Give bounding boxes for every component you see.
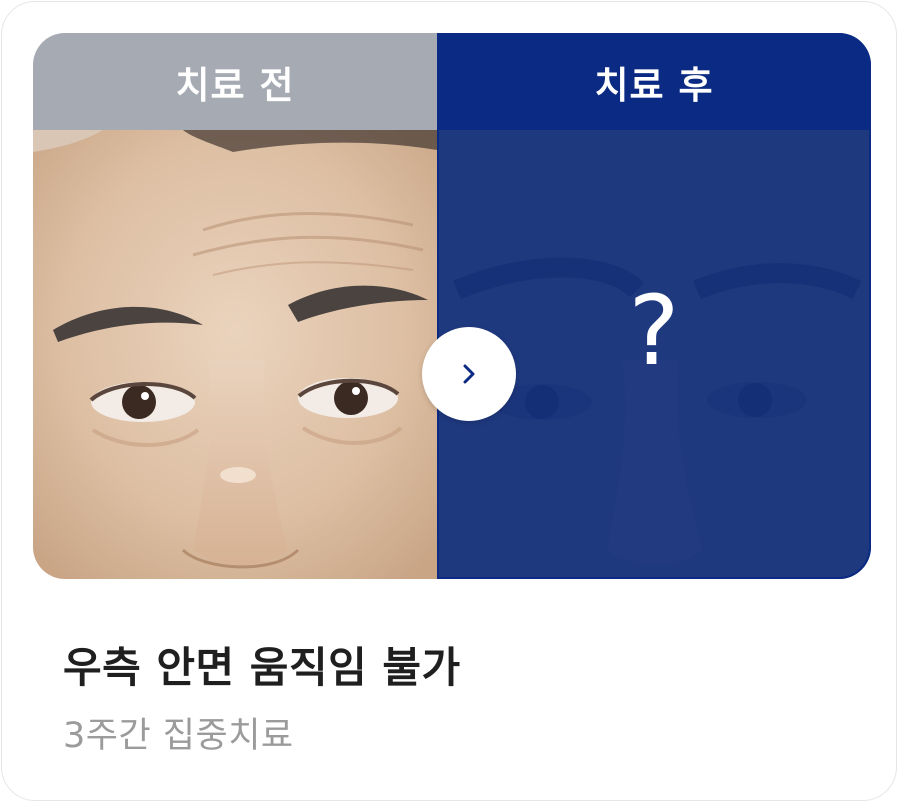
- next-button[interactable]: [422, 327, 516, 421]
- chevron-right-icon: [463, 364, 475, 384]
- after-header: 치료 후: [437, 33, 871, 130]
- case-subtitle: 3주간 집중치료: [63, 716, 294, 756]
- case-title: 우측 안면 움직임 불가: [63, 643, 461, 692]
- face-photo-image: [33, 130, 437, 579]
- before-after-comparison: 치료 전 치료 후 ?: [33, 33, 871, 579]
- before-panel: 치료 전: [33, 33, 437, 579]
- before-photo: [33, 130, 437, 579]
- before-header: 치료 전: [33, 33, 437, 130]
- case-card[interactable]: 치료 전 치료 후 ? 우측 안면 움직임 불가 3주간 집중치료: [1, 1, 897, 801]
